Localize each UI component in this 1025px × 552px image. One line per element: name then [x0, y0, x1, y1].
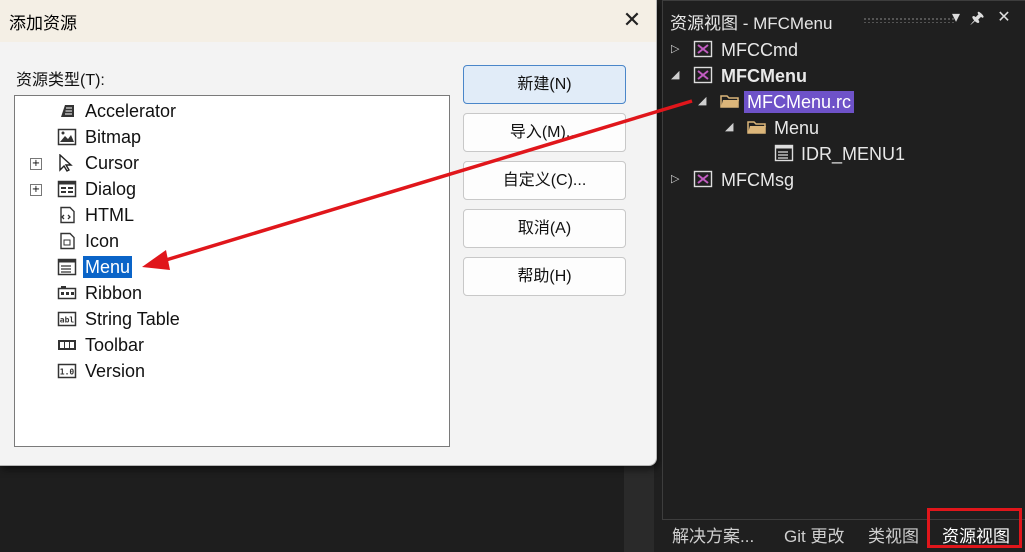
import-button[interactable]: 导入(M)...: [463, 113, 626, 152]
dialog-title: 添加资源: [9, 14, 77, 33]
close-icon[interactable]: ✕: [993, 7, 1015, 27]
expand-icon[interactable]: ▷: [671, 172, 679, 185]
new-button[interactable]: 新建(N): [463, 65, 626, 104]
icon-resource-icon: [60, 232, 75, 250]
panel-grip: [863, 17, 955, 23]
expand-icon[interactable]: ▷: [671, 42, 679, 55]
toolbar-icon: [58, 340, 76, 350]
collapse-icon[interactable]: ◢: [671, 68, 679, 81]
add-resource-dialog: 添加资源 ✕ 资源类型(T): Accelerator Bitmap + Cur…: [0, 0, 657, 466]
list-item-label: Menu: [83, 256, 133, 278]
list-item-label: Bitmap: [85, 127, 142, 147]
project-icon: [693, 66, 713, 84]
expand-icon[interactable]: +: [30, 158, 42, 170]
list-item-label: Toolbar: [85, 335, 145, 355]
project-icon: [693, 40, 713, 58]
list-item-label: Ribbon: [85, 283, 143, 303]
cursor-icon: [59, 154, 73, 172]
tree-node-label: IDR_MENU1: [801, 144, 906, 164]
help-button[interactable]: 帮助(H): [463, 257, 626, 296]
tree-node-label: MFCMenu: [721, 66, 807, 86]
menu-resource-icon: [774, 144, 794, 162]
tab-class-view[interactable]: 类视图: [868, 522, 919, 547]
expand-icon[interactable]: +: [30, 184, 42, 196]
dialog-icon: [57, 180, 77, 198]
list-item-toolbar[interactable]: Toolbar: [15, 332, 449, 358]
list-item-cursor[interactable]: + Cursor: [15, 150, 449, 176]
string-table-icon: abl: [57, 311, 77, 327]
ribbon-icon: [57, 286, 77, 300]
list-item-version[interactable]: 1.0 Version: [15, 358, 449, 384]
resource-type-label: 资源类型(T):: [16, 72, 105, 89]
list-item-icon[interactable]: Icon: [15, 228, 449, 254]
html-icon: [60, 206, 75, 224]
collapse-icon[interactable]: ◢: [698, 94, 706, 107]
folder-open-icon: [720, 95, 739, 108]
tree-node-mfccmd[interactable]: ▷ MFCCmd: [663, 37, 1023, 63]
custom-button[interactable]: 自定义(C)...: [463, 161, 626, 200]
collapse-icon[interactable]: ◢: [725, 120, 733, 133]
svg-text:1.0: 1.0: [60, 368, 75, 377]
list-item-bitmap[interactable]: Bitmap: [15, 124, 449, 150]
list-item-accelerator[interactable]: Accelerator: [15, 98, 449, 124]
folder-open-icon: [747, 121, 766, 134]
tab-solution-explorer[interactable]: 解决方案...: [672, 522, 754, 547]
pin-icon[interactable]: 🖈: [966, 7, 988, 34]
list-item-menu[interactable]: Menu: [15, 254, 449, 280]
tab-git-changes[interactable]: Git 更改: [784, 522, 844, 547]
project-icon: [693, 170, 713, 188]
dropdown-icon[interactable]: ▾: [945, 7, 967, 27]
tree-node-menu-folder[interactable]: ◢ Menu: [663, 115, 1023, 141]
list-item-label: Icon: [85, 231, 120, 251]
resource-type-list[interactable]: Accelerator Bitmap + Cursor + Dialog HTM…: [14, 95, 450, 447]
tree-node-label: MFCMsg: [721, 170, 794, 190]
bitmap-icon: [57, 128, 77, 146]
list-item-dialog[interactable]: + Dialog: [15, 176, 449, 202]
list-item-label: String Table: [85, 309, 180, 329]
tab-resource-view-label: 资源视图: [942, 527, 1010, 546]
tree-node-label: MFCMenu.rc: [744, 91, 855, 113]
list-item-label: Version: [85, 361, 146, 381]
tree-node-label: Menu: [774, 118, 820, 138]
list-item-html[interactable]: HTML: [15, 202, 449, 228]
list-item-label: Accelerator: [85, 101, 177, 121]
panel-title: 资源视图 - MFCMenu: [670, 14, 833, 33]
dialog-titlebar: 添加资源 ✕: [0, 0, 656, 42]
tree-node-idr-menu1[interactable]: IDR_MENU1: [663, 141, 1023, 167]
menu-icon: [57, 258, 77, 276]
list-item-string-table[interactable]: abl String Table: [15, 306, 449, 332]
tree-node-label: MFCCmd: [721, 40, 798, 60]
cancel-button[interactable]: 取消(A): [463, 209, 626, 248]
accelerator-icon: [61, 105, 74, 117]
list-item-label: HTML: [85, 205, 134, 225]
svg-text:abl: abl: [60, 316, 75, 325]
tree-node-mfcmenu[interactable]: ◢ MFCMenu: [663, 63, 1023, 89]
tab-resource-view[interactable]: 资源视图: [927, 508, 1022, 548]
close-icon[interactable]: ✕: [616, 4, 648, 36]
version-icon: 1.0: [57, 363, 77, 379]
tree-node-mfcmsg[interactable]: ▷ MFCMsg: [663, 167, 1023, 193]
resource-view-panel: 资源视图 - MFCMenu ▾ 🖈 ✕ ▷ MFCCmd ◢ MFCMenu …: [662, 0, 1025, 520]
tree-node-mfcmenu-rc[interactable]: ◢ MFCMenu.rc: [663, 89, 1023, 115]
list-item-label: Cursor: [85, 153, 140, 173]
list-item-label: Dialog: [85, 179, 137, 199]
list-item-ribbon[interactable]: Ribbon: [15, 280, 449, 306]
